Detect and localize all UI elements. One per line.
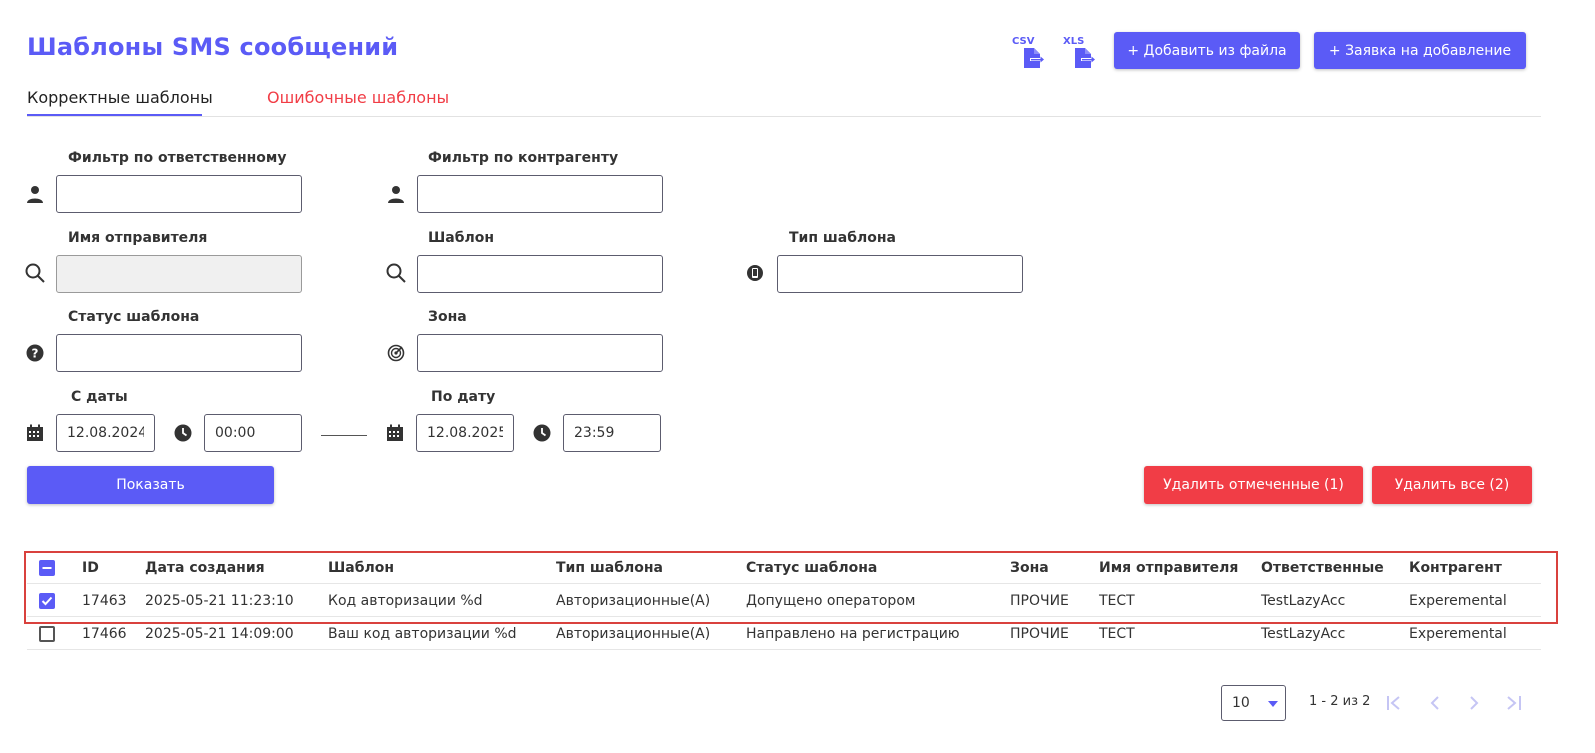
calendar-icon: [385, 423, 405, 443]
zone-input[interactable]: [417, 334, 663, 372]
sender-name-label: Имя отправителя: [68, 230, 208, 246]
to-time-input[interactable]: [563, 414, 661, 452]
page-size-select[interactable]: 10: [1221, 685, 1286, 721]
clock-icon: [173, 423, 193, 443]
chevron-down-icon: [1268, 701, 1278, 707]
to-date-label: По дату: [431, 389, 496, 405]
question-icon: ?: [25, 343, 45, 363]
first-page-icon[interactable]: [1384, 693, 1406, 713]
xls-export-icon[interactable]: XLS: [1063, 36, 1099, 68]
sender-name-input[interactable]: [56, 255, 302, 293]
clock-icon: [532, 423, 552, 443]
phone-icon: [745, 263, 765, 283]
row-checkbox[interactable]: [39, 626, 55, 642]
page-size-value: 10: [1232, 695, 1250, 711]
tab-error-templates[interactable]: Ошибочные шаблоны: [267, 88, 449, 107]
person-icon: [386, 184, 406, 204]
next-page-icon[interactable]: [1463, 693, 1485, 713]
from-date-input[interactable]: [56, 414, 155, 452]
pagination-range: 1 - 2 из 2: [1309, 694, 1371, 709]
delete-all-button[interactable]: Удалить все (2): [1372, 466, 1532, 504]
last-page-icon[interactable]: [1502, 693, 1524, 713]
page-title: Шаблоны SMS сообщений: [27, 33, 399, 61]
selection-highlight: [24, 551, 1558, 624]
search-icon: [25, 263, 45, 283]
zone-label: Зона: [428, 309, 467, 325]
tabs-divider: [27, 116, 1541, 117]
template-status-input[interactable]: [56, 334, 302, 372]
responsible-filter-input[interactable]: [56, 175, 302, 213]
show-button[interactable]: Показать: [27, 466, 274, 504]
counterparty-filter-label: Фильтр по контрагенту: [428, 150, 619, 166]
person-icon: [25, 184, 45, 204]
counterparty-filter-input[interactable]: [417, 175, 663, 213]
delete-checked-button[interactable]: Удалить отмеченные (1): [1144, 466, 1363, 504]
template-status-label: Статус шаблона: [68, 309, 200, 325]
responsible-filter-label: Фильтр по ответственному: [68, 150, 287, 166]
request-add-button[interactable]: + Заявка на добавление: [1314, 32, 1526, 69]
svg-text:?: ?: [32, 347, 39, 361]
template-type-input[interactable]: [777, 255, 1023, 293]
csv-export-icon[interactable]: CSV: [1012, 36, 1048, 68]
prev-page-icon[interactable]: [1424, 693, 1446, 713]
from-date-label: С даты: [71, 389, 128, 405]
tab-correct-templates[interactable]: Корректные шаблоны: [27, 88, 213, 107]
calendar-icon: [25, 423, 45, 443]
to-date-input[interactable]: [416, 414, 514, 452]
add-from-file-button[interactable]: + Добавить из файла: [1114, 32, 1300, 69]
template-input[interactable]: [417, 255, 663, 293]
date-range-separator: [321, 435, 367, 436]
radar-icon: [386, 343, 406, 363]
template-label: Шаблон: [428, 230, 495, 246]
template-type-label: Тип шаблона: [789, 230, 896, 246]
from-time-input[interactable]: [204, 414, 302, 452]
search-icon: [386, 263, 406, 283]
